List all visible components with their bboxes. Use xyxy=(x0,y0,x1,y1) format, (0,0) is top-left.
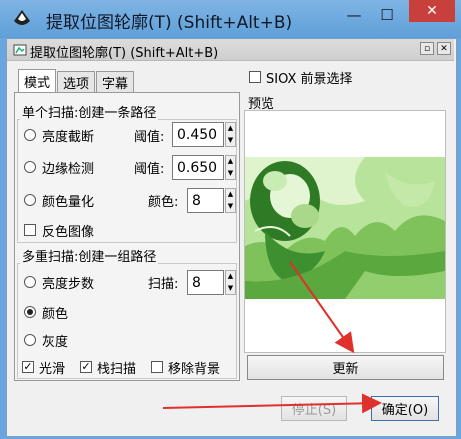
annotation-arrows xyxy=(162,261,382,414)
arrow-to-ok-icon xyxy=(162,393,382,414)
arrow-to-update-icon xyxy=(289,261,355,354)
